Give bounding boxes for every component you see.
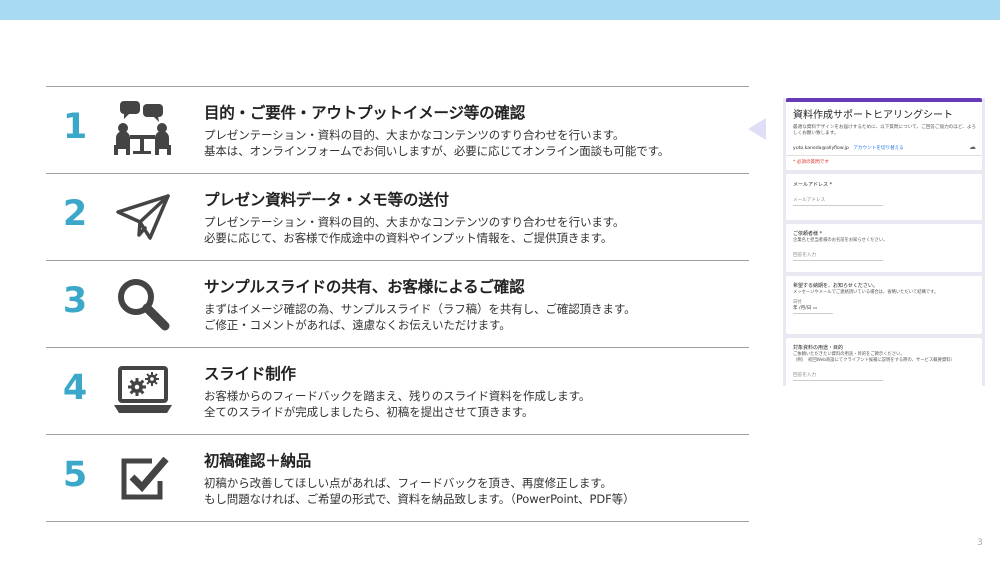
step-description: プレゼンテーション・資料の目的、大まかなコンテンツのすり合わせを行います。 基本… (204, 127, 669, 159)
step-description-line: プレゼンテーション・資料の目的、大まかなコンテンツのすり合わせを行います。 (204, 128, 625, 142)
step-number: 4 (62, 368, 88, 408)
question-label: メールアドレス * (793, 182, 833, 188)
step-description-line: プレゼンテーション・資料の目的、大まかなコンテンツのすり合わせを行います。 (204, 215, 625, 229)
top-banner (0, 0, 1000, 20)
step-4: 4 スライド制作 お客様からのフィードバックを踏まえ、残りのスライド資料を作成し… (46, 347, 749, 434)
question-help: 企業名と担当者様のお名前をお知らせください。 (793, 237, 888, 243)
switch-account-link[interactable]: アカウントを切り替える (853, 146, 903, 151)
step-number: 3 (62, 281, 88, 321)
required-note: * 必須の質問です (793, 160, 829, 165)
step-description-line: 必要に応じて、お客様で作成途中の資料やインプット情報を、ご提供頂きます。 (204, 231, 613, 245)
step-description-line: まずはイメージ確認の為、サンプルスライド（ラフ稿）を共有し、ご確認頂きます。 (204, 302, 636, 316)
account-email: yuto.kaneda@allyflow.jp (793, 146, 849, 151)
calendar-icon: ▭ (812, 305, 818, 311)
checkbox-icon (112, 447, 174, 509)
question-email: メールアドレス * メールアドレス (786, 174, 982, 220)
form-title: 資料作成サポートヒアリングシート (793, 110, 953, 121)
step-description-line: 基本は、オンラインフォームでお伺いしますが、必要に応じてオンライン面談も可能です… (204, 144, 670, 158)
question-purpose: 対象資料の用途・目的 ご依頼いただきたい資料の用途・目的をご教示ください。 （例… (786, 338, 982, 386)
date-value: 年 /月/日 (793, 305, 812, 311)
step-3: 3 サンプルスライドの共有、お客様によるご確認 まずはイメージ確認の為、サンプル… (46, 260, 749, 347)
step-number: 1 (62, 107, 88, 147)
cloud-icon: ☁ (969, 143, 976, 151)
step-title: 目的・ご要件・アウトプットイメージ等の確認 (204, 104, 525, 122)
step-title: 初稿確認＋納品 (204, 452, 312, 470)
divider (786, 155, 982, 156)
paper-plane-icon (112, 186, 174, 248)
step-number: 5 (62, 455, 88, 495)
email-input[interactable]: メールアドレス (793, 197, 883, 206)
question-requester: ご依頼者様 * 企業名と担当者様のお名前をお知らせください。 回答を入力 (786, 224, 982, 272)
requester-input[interactable]: 回答を入力 (793, 252, 883, 261)
date-input[interactable]: 年 /月/日 ▭ (793, 305, 833, 314)
step-description-line: お客様からのフィードバックを踏まえ、残りのスライド資料を作成します。 (204, 389, 591, 403)
question-deadline: 希望する納期を、お知らせください。 メッセージやメールでご連絡頂いている場合は、… (786, 276, 982, 334)
form-description: 最適な資料デザインをお届けするために、以下質問について、ご回答ご協力のほど、よろ… (793, 125, 976, 137)
step-description-line: もし問題なければ、ご希望の形式で、資料を納品致します。（PowerPoint、P… (204, 492, 635, 506)
purpose-input[interactable]: 回答を入力 (793, 372, 883, 381)
step-title: スライド制作 (204, 365, 296, 383)
step-5: 5 初稿確認＋納品 初稿から改善してほしい点があれば、フィードバックを頂き、再度… (46, 434, 749, 522)
step-description: お客様からのフィードバックを踏まえ、残りのスライド資料を作成します。 全てのスラ… (204, 388, 590, 420)
step-number: 2 (62, 194, 88, 234)
step-description-line: 初稿から改善してほしい点があれば、フィードバックを頂き、再度修正します。 (204, 476, 612, 490)
step-description: 初稿から改善してほしい点があれば、フィードバックを頂き、再度修正します。 もし問… (204, 475, 635, 507)
form-account-row: yuto.kaneda@allyflow.jp アカウントを切り替える ☁ (793, 143, 976, 151)
hearing-sheet-form-preview: 資料作成サポートヒアリングシート 最適な資料デザインをお届けするために、以下質問… (783, 98, 985, 386)
process-steps: 1 目的・ご要件・アウトプットイメージ等の確認 プレゼンテーション・資料の目的、… (46, 86, 749, 522)
pointer-arrow (748, 118, 766, 140)
question-help: メッセージやメールでご連絡頂いている場合は、省略いただいて結構です。 (793, 289, 939, 295)
step-title: プレゼン資料データ・メモ等の送付 (204, 191, 449, 209)
form-header-card: 資料作成サポートヒアリングシート 最適な資料デザインをお届けするために、以下質問… (786, 98, 982, 170)
question-help: （例） 初回Web商談にてクライアント候補に説明をする際の、サービス概要資料） (793, 357, 955, 363)
laptop-gears-icon (112, 360, 174, 422)
form-description-line: しくお願い致します。 (793, 131, 839, 136)
step-2: 2 プレゼン資料データ・メモ等の送付 プレゼンテーション・資料の目的、大まかなコ… (46, 173, 749, 260)
step-description: プレゼンテーション・資料の目的、大まかなコンテンツのすり合わせを行います。 必要… (204, 214, 625, 246)
step-1: 1 目的・ご要件・アウトプットイメージ等の確認 プレゼンテーション・資料の目的、… (46, 86, 749, 173)
page-number: 3 (977, 538, 983, 548)
meeting-people-icon (112, 99, 174, 161)
step-description-line: ご修正・コメントがあれば、遠慮なくお伝えいただけます。 (204, 318, 511, 332)
step-description-line: 全てのスライドが完成しましたら、初稿を提出させて頂きます。 (204, 405, 534, 419)
step-title: サンプルスライドの共有、お客様によるご確認 (204, 278, 525, 296)
step-description: まずはイメージ確認の為、サンプルスライド（ラフ稿）を共有し、ご確認頂きます。 ご… (204, 301, 636, 333)
magnifier-icon (112, 273, 174, 335)
